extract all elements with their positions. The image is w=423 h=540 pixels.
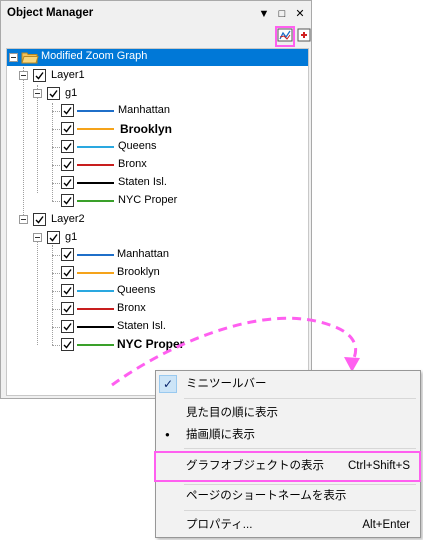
menu-separator (184, 510, 416, 511)
menu-item-label: プロパティ... (186, 519, 253, 531)
menu-highlight (154, 451, 421, 482)
menu-item-mini-toolbar[interactable]: ✓ ミニツールバー (156, 373, 420, 395)
menu-item-show-short-names[interactable]: ページのショートネームを表示 (156, 485, 420, 507)
check-icon: ✓ (159, 375, 177, 393)
bullet-icon: ● (165, 430, 170, 439)
menu-item-draw-order[interactable]: ● 描画順に表示 (156, 424, 420, 446)
menu-item-label: ページのショートネームを表示 (186, 490, 347, 502)
menu-item-shortcut: Alt+Enter (362, 519, 410, 531)
menu-separator (184, 448, 416, 449)
menu-item-label: 描画順に表示 (186, 429, 255, 441)
menu-item-label: 見た目の順に表示 (186, 407, 278, 419)
menu-item-label: ミニツールバー (186, 378, 267, 390)
menu-separator (184, 398, 416, 399)
menu-item-visual-order[interactable]: 見た目の順に表示 (156, 402, 420, 424)
menu-item-properties[interactable]: プロパティ... Alt+Enter (156, 514, 420, 536)
